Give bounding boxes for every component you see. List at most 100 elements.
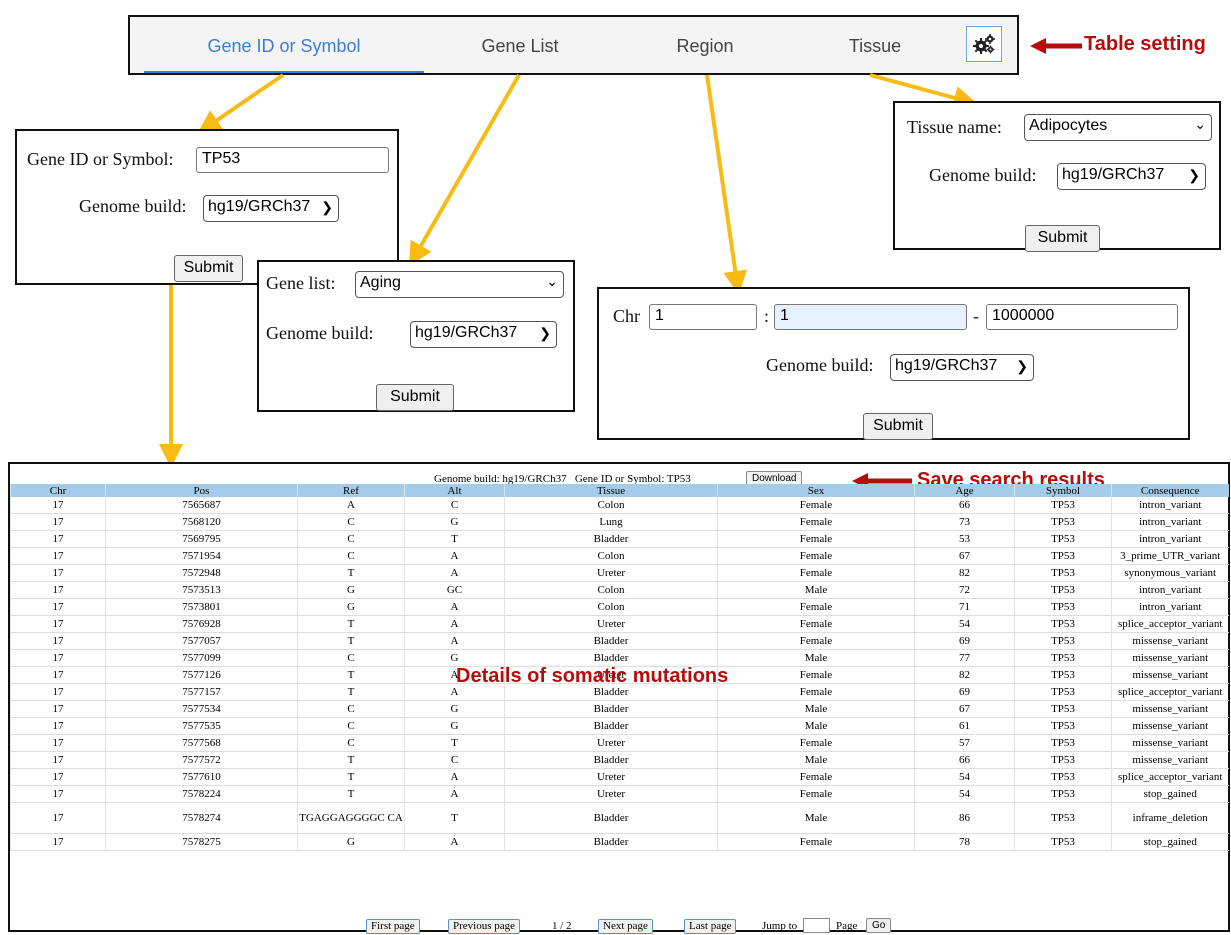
table-cell-ref: C — [297, 734, 405, 752]
table-cell-pos: 7576928 — [105, 615, 298, 633]
table-cell-pos: 7578274 — [105, 802, 298, 834]
table-cell-alt: T — [404, 530, 505, 548]
genome-build-label: Genome build: — [266, 323, 374, 343]
tissue-name-label: Tissue name: — [907, 117, 1002, 137]
table-cell-symbol: TP53 — [1014, 530, 1112, 548]
genome-build-label: Genome build: — [79, 196, 187, 216]
table-cell-alt: G — [404, 513, 505, 531]
last-page-button[interactable]: Last page — [684, 919, 737, 934]
gene-id-label: Gene ID or Symbol: — [27, 149, 174, 169]
previous-page-button[interactable]: Previous page — [448, 919, 521, 934]
jump-to-label: Jump to — [762, 920, 798, 932]
table-cell-consequence: intron_variant — [1111, 598, 1229, 616]
table-row: 17 7572948 T A Ureter Female 82 TP53 synonymous_… — [10, 564, 1229, 582]
start-position-input[interactable]: 1 — [774, 304, 967, 330]
gene-list-submit-button[interactable]: Submit — [376, 384, 454, 411]
table-cell-chr: 17 — [10, 768, 106, 786]
gene-list-value: Aging — [360, 274, 401, 291]
jump-page-input[interactable] — [803, 918, 830, 933]
column-header-alt[interactable]: Alt — [404, 484, 505, 497]
genome-build-select[interactable]: hg19/GRCh37 ❯ — [203, 195, 339, 222]
table-cell-pos: 7569795 — [105, 530, 298, 548]
table-cell-tissue: Ureter — [504, 785, 718, 803]
table-cell-alt: G — [404, 717, 505, 735]
table-cell-pos: 7577057 — [105, 632, 298, 650]
table-cell-sex: Female — [717, 497, 915, 514]
chevron-down-icon: ❯ — [539, 325, 551, 341]
table-row: 17 7577099 C G Bladder Male 77 TP53 missense_var… — [10, 649, 1229, 667]
table-cell-tissue: Colon — [504, 598, 718, 616]
table-cell-age: 69 — [914, 683, 1015, 701]
region-submit-button[interactable]: Submit — [863, 413, 933, 440]
table-cell-consequence: missense_variant — [1111, 649, 1229, 667]
next-page-button[interactable]: Next page — [598, 919, 653, 934]
table-cell-sex: Female — [717, 564, 915, 582]
table-cell-consequence: intron_variant — [1111, 513, 1229, 531]
table-cell-alt: A — [404, 632, 505, 650]
gene-list-select[interactable]: Aging ⌄ — [355, 271, 564, 298]
table-cell-symbol: TP53 — [1014, 734, 1112, 752]
table-cell-chr: 17 — [10, 581, 106, 599]
table-row: 17 7568120 C G Lung Female 73 TP53 intron_varian… — [10, 513, 1229, 531]
table-cell-tissue: Bladder — [504, 632, 718, 650]
table-cell-symbol: TP53 — [1014, 785, 1112, 803]
tissue-submit-button[interactable]: Submit — [1025, 225, 1100, 252]
table-cell-symbol: TP53 — [1014, 683, 1112, 701]
table-cell-pos: 7565687 — [105, 497, 298, 514]
table-cell-alt: A — [404, 564, 505, 582]
table-cell-alt: A — [404, 547, 505, 565]
table-cell-age: 54 — [914, 615, 1015, 633]
table-cell-tissue: Ureter — [504, 564, 718, 582]
table-cell-alt: T — [404, 734, 505, 752]
tissue-select[interactable]: Adipocytes ⌄ — [1024, 114, 1212, 141]
column-header-tissue[interactable]: Tissue — [504, 484, 718, 497]
table-cell-age: 67 — [914, 700, 1015, 718]
table-header-row: Chr Pos Ref Alt Tissue Sex Age Symbol Consequenc… — [10, 484, 1229, 497]
table-cell-pos: 7572948 — [105, 564, 298, 582]
column-header-ref[interactable]: Ref — [297, 484, 405, 497]
table-cell-pos: 7577099 — [105, 649, 298, 667]
end-position-input[interactable]: 1000000 — [986, 304, 1178, 330]
table-cell-chr: 17 — [10, 683, 106, 701]
table-cell-chr: 17 — [10, 734, 106, 752]
table-cell-chr: 17 — [10, 717, 106, 735]
table-cell-consequence: missense_variant — [1111, 734, 1229, 752]
table-cell-sex: Male — [717, 700, 915, 718]
table-cell-chr: 17 — [10, 530, 106, 548]
table-cell-tissue: Bladder — [504, 700, 718, 718]
table-cell-consequence: inframe_deletion — [1111, 802, 1229, 834]
go-button[interactable]: Go — [866, 918, 892, 933]
table-cell-consequence: missense_variant — [1111, 666, 1229, 684]
genome-build-value: hg19/GRCh37 — [895, 357, 998, 374]
table-cell-symbol: TP53 — [1014, 649, 1112, 667]
table-cell-alt: A — [404, 785, 505, 803]
first-page-button[interactable]: First page — [366, 919, 420, 934]
table-row: 17 7569795 C T Bladder Female 53 TP53 intron_var… — [10, 530, 1229, 548]
table-row: 17 7577535 C G Bladder Male 61 TP53 missense_var… — [10, 717, 1229, 735]
column-header-pos[interactable]: Pos — [105, 484, 298, 497]
chevron-down-icon: ⌄ — [1194, 116, 1206, 132]
table-cell-alt: G — [404, 700, 505, 718]
table-cell-ref: T — [297, 683, 405, 701]
gene-id-submit-button[interactable]: Submit — [174, 255, 243, 282]
genome-build-select[interactable]: hg19/GRCh37 ❯ — [890, 354, 1034, 381]
table-cell-symbol: TP53 — [1014, 632, 1112, 650]
genome-build-select[interactable]: hg19/GRCh37 ❯ — [410, 321, 557, 348]
column-header-age[interactable]: Age — [914, 484, 1015, 497]
table-cell-alt: A — [404, 768, 505, 786]
chr-input[interactable]: 1 — [649, 304, 757, 330]
gene-id-input[interactable]: TP53 — [196, 147, 389, 173]
table-cell-sex: Female — [717, 683, 915, 701]
table-cell-age: 66 — [914, 751, 1015, 769]
column-header-chr[interactable]: Chr — [10, 484, 106, 497]
column-header-sex[interactable]: Sex — [717, 484, 915, 497]
column-header-consequence[interactable]: Consequence — [1111, 484, 1229, 497]
table-cell-ref: C — [297, 530, 405, 548]
table-cell-sex: Male — [717, 802, 915, 834]
table-cell-symbol: TP53 — [1014, 547, 1112, 565]
genome-build-value: hg19/GRCh37 — [1062, 166, 1165, 183]
column-header-symbol[interactable]: Symbol — [1014, 484, 1112, 497]
genome-build-select[interactable]: hg19/GRCh37 ❯ — [1057, 163, 1206, 190]
table-cell-age: 69 — [914, 632, 1015, 650]
table-row: 17 7578274 TGAGGAGGGGC CA T Bladder Male 86 TP5… — [10, 802, 1229, 834]
